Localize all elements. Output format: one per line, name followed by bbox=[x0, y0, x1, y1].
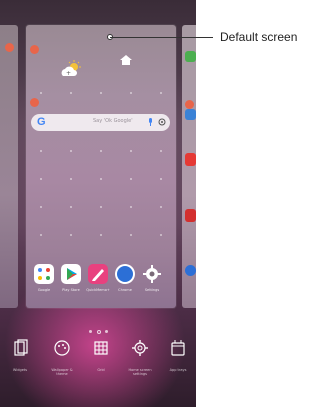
grid-icon bbox=[94, 341, 108, 355]
remove-widget-icon[interactable] bbox=[30, 98, 39, 107]
right-page-preview[interactable] bbox=[182, 25, 196, 308]
home-icon[interactable] bbox=[120, 55, 132, 65]
play-store-icon[interactable] bbox=[61, 264, 81, 284]
app-label: QuickMemo+ bbox=[86, 288, 110, 292]
wallpaper-theme-button[interactable] bbox=[50, 337, 74, 363]
page-indicator bbox=[105, 330, 108, 333]
weather-icon[interactable]: + bbox=[60, 60, 82, 78]
remove-page-icon[interactable] bbox=[185, 100, 194, 109]
app-tray-button[interactable] bbox=[166, 337, 190, 363]
option-label: Grid bbox=[97, 368, 105, 372]
widgets-button[interactable] bbox=[8, 337, 32, 363]
app-label: Play Store bbox=[62, 288, 80, 292]
grid-button[interactable] bbox=[89, 337, 113, 363]
svg-text:+: + bbox=[66, 70, 71, 77]
option-label: Wallpaper & theme bbox=[51, 368, 73, 376]
home-settings-button[interactable] bbox=[128, 337, 152, 363]
palette-icon bbox=[54, 340, 70, 356]
app-label: Google bbox=[37, 288, 51, 292]
empty-slot-grid bbox=[40, 92, 164, 262]
settings-icon[interactable] bbox=[142, 264, 162, 284]
compass-icon[interactable] bbox=[115, 264, 135, 284]
google-folder-icon[interactable] bbox=[34, 264, 54, 284]
gear-icon bbox=[132, 340, 148, 356]
app-label: Settings bbox=[144, 288, 160, 292]
app-label: Chrome bbox=[118, 288, 132, 292]
left-page-preview[interactable] bbox=[0, 25, 18, 308]
remove-page-icon[interactable] bbox=[5, 43, 14, 52]
option-label: Widgets bbox=[12, 368, 28, 372]
callout-line bbox=[110, 37, 213, 38]
quickmemo-icon[interactable] bbox=[88, 264, 108, 284]
callout-label: Default screen bbox=[220, 30, 298, 44]
phone-screen: + G Say 'Ok Google' Google Play Store Qu… bbox=[0, 0, 196, 407]
option-label: Home screen settings bbox=[128, 368, 152, 376]
widgets-icon bbox=[14, 339, 28, 356]
page-indicator-current bbox=[97, 330, 101, 334]
option-label: App trays bbox=[169, 368, 187, 372]
page-indicator bbox=[89, 330, 92, 333]
remove-widget-icon[interactable] bbox=[30, 45, 39, 54]
app-tray-icon bbox=[171, 340, 185, 356]
